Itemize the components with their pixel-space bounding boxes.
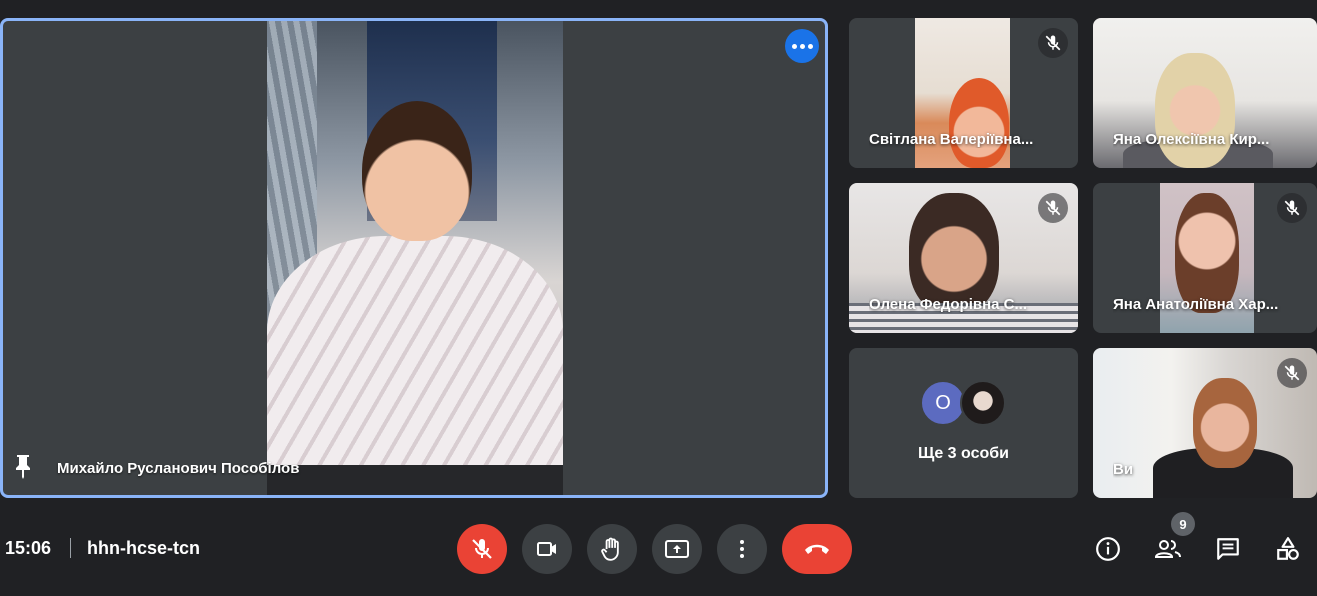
present-to-all-icon (665, 540, 689, 558)
meeting-code: hhn-hcse-tcn (87, 538, 201, 558)
divider (70, 538, 71, 558)
mic-off-icon (1038, 193, 1068, 223)
more-vert-icon (740, 540, 744, 558)
more-options-button[interactable] (717, 524, 767, 574)
people-icon (1154, 540, 1181, 558)
participant-tile[interactable]: Олена Федорівна С... (849, 183, 1078, 333)
call-end-icon (805, 544, 829, 554)
camera-button[interactable] (522, 524, 572, 574)
videocam-icon (537, 542, 556, 556)
leave-call-button[interactable] (782, 524, 852, 574)
more-options-icon[interactable] (785, 29, 819, 63)
hand-icon (601, 537, 619, 561)
bottom-toolbar: 15:06 hhn-hcse-tcn 9 (0, 498, 1317, 596)
mic-off-icon (1038, 28, 1068, 58)
main-video-feed (267, 21, 563, 495)
main-participant-name: Михайло Русланович Пособілов (57, 460, 300, 477)
participant-tile[interactable]: Яна Анатоліївна Хар... (1093, 183, 1317, 333)
shapes-icon (1277, 537, 1299, 560)
chat-button[interactable] (1213, 534, 1243, 564)
participant-name: Яна Олексіївна Кир... (1113, 131, 1270, 148)
clock: 15:06 (5, 538, 52, 558)
participant-tile[interactable]: Яна Олексіївна Кир... (1093, 18, 1317, 168)
more-participants-label: Ще 3 особи (918, 445, 1009, 462)
raise-hand-button[interactable] (587, 524, 637, 574)
participant-name: Яна Анатоліївна Хар... (1113, 296, 1279, 313)
avatar (960, 380, 1006, 426)
participant-name: Олена Федорівна С... (869, 296, 1027, 313)
meeting-details-button[interactable] (1093, 534, 1123, 564)
microphone-button[interactable] (457, 524, 507, 574)
info-icon (1096, 537, 1120, 561)
participants-button[interactable] (1153, 534, 1183, 564)
participant-name: Світлана Валеріївна... (869, 131, 1034, 148)
self-tile[interactable]: Ви (1093, 348, 1317, 498)
participant-name: Ви (1113, 461, 1134, 478)
mic-off-icon (472, 539, 492, 559)
participants-count-badge: 9 (1171, 512, 1195, 536)
main-video-tile[interactable]: Михайло Русланович Пособілов (0, 18, 828, 498)
pin-icon[interactable] (13, 453, 33, 479)
more-participants-tile[interactable]: О Ще 3 особи (849, 348, 1078, 498)
participant-tile[interactable]: Світлана Валеріївна... (849, 18, 1078, 168)
activities-button[interactable] (1273, 534, 1303, 564)
avatar-group: О (920, 380, 1006, 426)
present-screen-button[interactable] (652, 524, 702, 574)
mic-off-icon (1277, 193, 1307, 223)
chat-icon (1217, 538, 1239, 560)
mic-off-icon (1277, 358, 1307, 388)
